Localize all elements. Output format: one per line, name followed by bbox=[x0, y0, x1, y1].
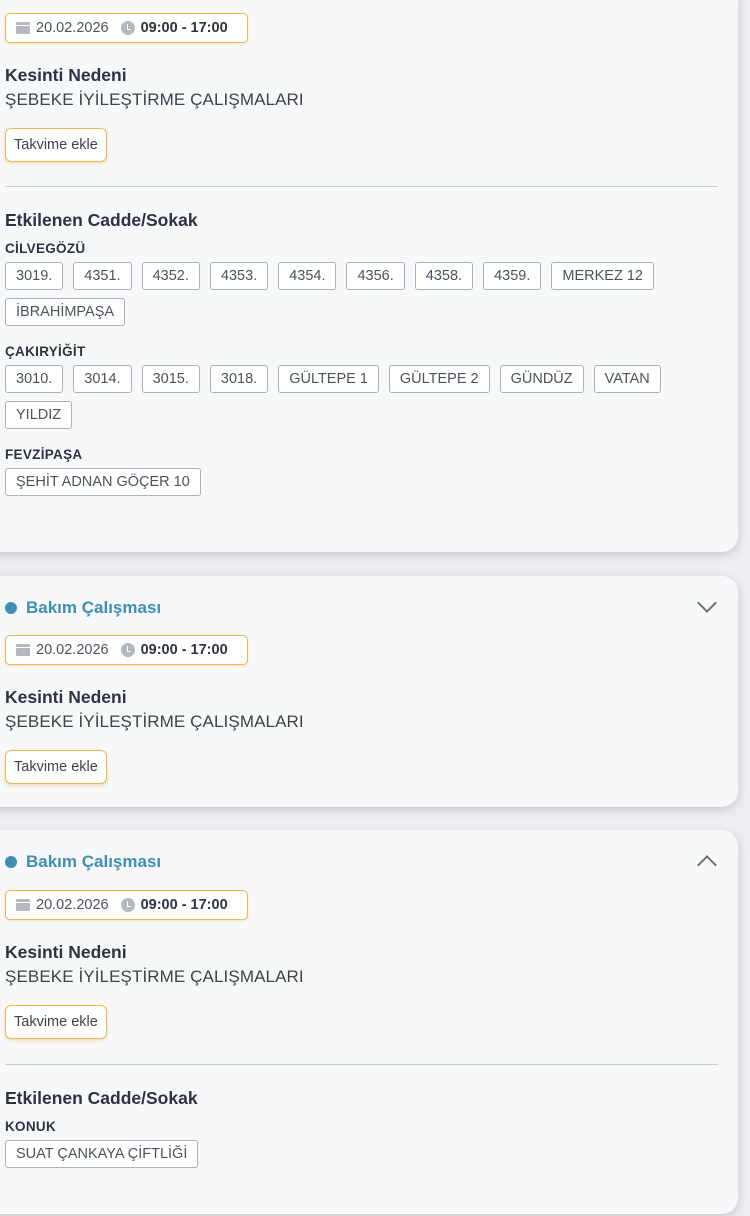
outage-date: 20.02.2026 bbox=[36, 642, 109, 658]
street-chips: ŞEHİT ADNAN GÖÇER 10 bbox=[5, 468, 716, 496]
street-chip: GÜNDÜZ bbox=[499, 365, 584, 393]
district-name: CİLVEGÖZÜ bbox=[5, 241, 86, 256]
street-chips: 3019. 4351. 4352. 4353. 4354. 4356. 4358… bbox=[5, 262, 716, 326]
outage-type-row: Bakım Çalışması bbox=[5, 850, 716, 874]
status-dot-icon bbox=[5, 856, 17, 868]
date-time-box: 20.02.2026 09:00 - 17:00 bbox=[5, 13, 248, 43]
street-chip: MERKEZ 12 bbox=[551, 262, 654, 290]
street-chip: 4359. bbox=[483, 262, 542, 290]
reason-title: Kesinti Nedeni bbox=[5, 942, 127, 962]
date-time-box: 20.02.2026 09:00 - 17:00 bbox=[5, 890, 248, 920]
reason-title: Kesinti Nedeni bbox=[5, 687, 127, 707]
outage-date: 20.02.2026 bbox=[36, 20, 109, 36]
street-chip: 3018. bbox=[209, 365, 269, 393]
reason-title: Kesinti Nedeni bbox=[5, 65, 127, 85]
district-group: KONUK SUAT ÇANKAYA ÇİFTLİĞİ bbox=[5, 1119, 716, 1168]
outage-date: 20.02.2026 bbox=[36, 897, 109, 913]
status-dot-icon bbox=[5, 602, 17, 614]
reason-text: ŞEBEKE İYİLEŞTİRME ÇALIŞMALARI bbox=[5, 90, 304, 109]
street-chip: 3010. bbox=[5, 365, 64, 393]
clock-icon bbox=[120, 643, 135, 657]
district-group: FEVZİPAŞA ŞEHİT ADNAN GÖÇER 10 bbox=[5, 447, 716, 496]
reason-text: ŞEBEKE İYİLEŞTİRME ÇALIŞMALARI bbox=[5, 712, 304, 731]
street-chip: 4358. bbox=[414, 262, 474, 290]
calendar-icon bbox=[16, 644, 30, 656]
district-name: KONUK bbox=[5, 1119, 56, 1134]
outage-card-1: 20.02.2026 09:00 - 17:00 Kesinti Nedeni … bbox=[0, 0, 738, 552]
street-chip: 3014. bbox=[73, 365, 132, 393]
street-chip: 4353. bbox=[209, 262, 269, 290]
outage-type-row: Bakım Çalışması bbox=[5, 596, 716, 620]
street-chip: 4351. bbox=[73, 262, 132, 290]
calendar-icon bbox=[16, 22, 30, 34]
street-chip: VATAN bbox=[593, 365, 661, 393]
district-name: FEVZİPAŞA bbox=[5, 447, 83, 462]
street-chip: 3015. bbox=[141, 365, 200, 393]
outage-time: 09:00 - 17:00 bbox=[140, 897, 228, 913]
district-group: ÇAKIRYİĞİT 3010. 3014. 3015. 3018. GÜLTE… bbox=[5, 344, 716, 429]
clock-icon bbox=[120, 21, 135, 35]
divider bbox=[5, 186, 718, 187]
add-to-calendar-button[interactable]: Takvime ekle bbox=[5, 750, 107, 784]
outage-time: 09:00 - 17:00 bbox=[140, 20, 228, 36]
street-chip: 3019. bbox=[5, 262, 64, 290]
affected-streets-title: Etkilenen Cadde/Sokak bbox=[5, 1088, 198, 1108]
street-chip: 4356. bbox=[346, 262, 405, 290]
reason-text: ŞEBEKE İYİLEŞTİRME ÇALIŞMALARI bbox=[5, 967, 304, 986]
outage-type-label: Bakım Çalışması bbox=[26, 598, 162, 617]
calendar-icon bbox=[16, 899, 30, 911]
district-group: CİLVEGÖZÜ 3019. 4351. 4352. 4353. 4354. … bbox=[5, 241, 716, 326]
street-chip: İBRAHİMPAŞA bbox=[5, 298, 126, 326]
outage-time: 09:00 - 17:00 bbox=[140, 642, 228, 658]
affected-streets-title: Etkilenen Cadde/Sokak bbox=[5, 210, 198, 230]
divider bbox=[5, 1064, 718, 1065]
street-chip: YILDIZ bbox=[5, 401, 73, 429]
outage-card-3[interactable]: Bakım Çalışması 20.02.2026 09:00 - 17:00… bbox=[0, 830, 738, 1214]
add-to-calendar-button[interactable]: Takvime ekle bbox=[5, 1005, 107, 1039]
outage-type-label: Bakım Çalışması bbox=[26, 852, 162, 871]
street-chip: ŞEHİT ADNAN GÖÇER 10 bbox=[5, 468, 201, 496]
add-to-calendar-button[interactable]: Takvime ekle bbox=[5, 128, 107, 162]
clock-icon bbox=[120, 898, 135, 912]
street-chip: GÜLTEPE 1 bbox=[278, 365, 379, 393]
district-name: ÇAKIRYİĞİT bbox=[5, 344, 86, 359]
outage-card-2[interactable]: Bakım Çalışması 20.02.2026 09:00 - 17:00… bbox=[0, 576, 738, 807]
street-chips: SUAT ÇANKAYA ÇİFTLİĞİ bbox=[5, 1140, 716, 1168]
date-time-box: 20.02.2026 09:00 - 17:00 bbox=[5, 635, 248, 665]
street-chip: SUAT ÇANKAYA ÇİFTLİĞİ bbox=[5, 1140, 199, 1168]
street-chip: 4352. bbox=[141, 262, 200, 290]
street-chips: 3010. 3014. 3015. 3018. GÜLTEPE 1 GÜLTEP… bbox=[5, 365, 716, 429]
street-chip: GÜLTEPE 2 bbox=[388, 365, 490, 393]
street-chip: 4354. bbox=[278, 262, 337, 290]
